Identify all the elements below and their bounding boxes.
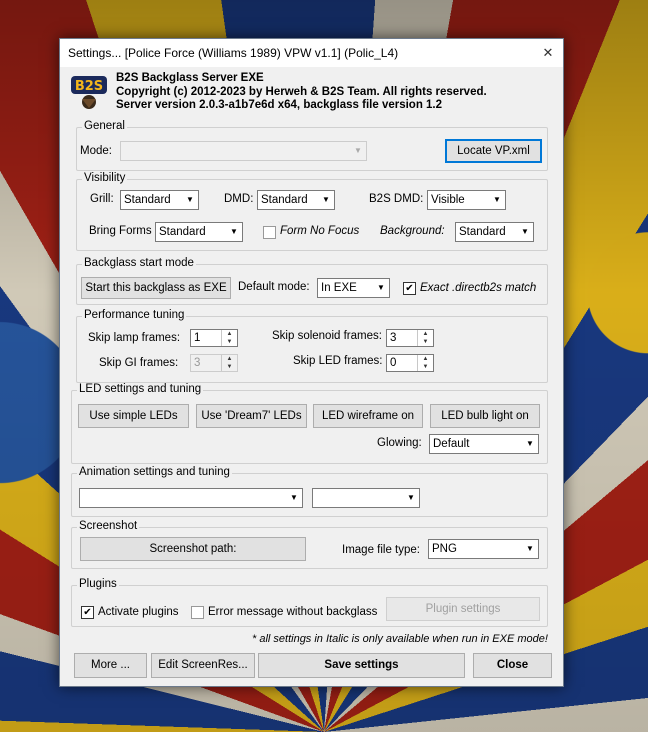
plugins-group-title: Plugins: [77, 578, 119, 590]
glowing-label: Glowing:: [377, 437, 422, 449]
spin-down-icon[interactable]: ▼: [222, 338, 237, 346]
skip-led-label: Skip LED frames:: [293, 355, 383, 367]
chevron-down-icon: ▼: [526, 439, 534, 448]
app-header: B2S Backglass Server EXE Copyright (c) 2…: [116, 72, 487, 113]
visibility-group-title: Visibility: [82, 172, 128, 184]
bring-forms-select[interactable]: Standard ▼: [155, 222, 243, 242]
spin-up-icon[interactable]: ▲: [418, 355, 433, 363]
b2s-logo: B2S: [70, 72, 108, 110]
performance-group-title: Performance tuning: [82, 309, 187, 321]
chevron-down-icon: ▼: [186, 195, 194, 204]
screenshot-path-button[interactable]: Screenshot path:: [80, 537, 306, 561]
chevron-down-icon: ▼: [526, 544, 534, 553]
led-wireframe-button[interactable]: LED wireframe on: [313, 404, 423, 428]
screenshot-group: Screenshot Screenshot path: Image file t…: [71, 520, 548, 569]
grill-select[interactable]: Standard ▼: [120, 190, 199, 210]
animation-option-select[interactable]: ▼: [312, 488, 420, 508]
activate-plugins-label: Activate plugins: [98, 606, 179, 618]
skip-solenoid-spinner[interactable]: 3 ▲ ▼: [386, 329, 434, 347]
animation-select[interactable]: ▼: [79, 488, 303, 508]
visibility-group: Visibility Grill: Standard ▼ DMD: Standa…: [76, 172, 548, 251]
image-file-type-select[interactable]: PNG ▼: [428, 539, 539, 559]
led-settings-group: LED settings and tuning Use simple LEDs …: [71, 383, 548, 464]
edit-screenres-button[interactable]: Edit ScreenRes...: [151, 653, 255, 678]
backglass-startmode-group: Backglass start mode Start this backglas…: [76, 257, 548, 305]
save-settings-button[interactable]: Save settings: [258, 653, 465, 678]
skip-solenoid-label: Skip solenoid frames:: [272, 330, 382, 342]
locate-vpxml-button[interactable]: Locate VP.xml: [445, 139, 542, 163]
skip-gi-label: Skip GI frames:: [99, 357, 179, 369]
form-no-focus-checkbox[interactable]: [263, 226, 276, 239]
b2s-dmd-label: B2S DMD:: [369, 193, 424, 205]
exact-match-label: Exact .directb2s match: [420, 282, 537, 294]
mode-select[interactable]: ▼: [120, 141, 367, 161]
screenshot-group-title: Screenshot: [77, 520, 140, 532]
spin-down-icon[interactable]: ▼: [418, 338, 433, 346]
skip-gi-spinner[interactable]: 3 ▲ ▼: [190, 354, 238, 372]
chevron-down-icon: ▼: [521, 227, 529, 236]
default-mode-select[interactable]: In EXE ▼: [317, 278, 390, 298]
version-text: Server version 2.0.3-a1b7e6d x64, backgl…: [116, 99, 443, 111]
chevron-down-icon: ▼: [354, 146, 362, 155]
settings-dialog: Settings... [Police Force (Williams 1989…: [59, 38, 564, 687]
backglass-startmode-title: Backglass start mode: [82, 257, 196, 269]
chevron-down-icon: ▼: [493, 195, 501, 204]
chevron-down-icon: ▼: [407, 493, 415, 502]
app-name: B2S Backglass Server EXE: [116, 72, 264, 84]
window-title: Settings... [Police Force (Williams 1989…: [68, 46, 399, 60]
dmd-label: DMD:: [224, 193, 254, 205]
image-file-type-label: Image file type:: [342, 544, 420, 556]
default-mode-label: Default mode:: [238, 281, 310, 293]
form-no-focus-label: Form No Focus: [280, 225, 360, 237]
error-message-label: Error message without backglass: [208, 606, 378, 618]
use-dream7-leds-button[interactable]: Use 'Dream7' LEDs: [196, 404, 307, 428]
exact-match-checkbox[interactable]: ✔: [403, 282, 416, 295]
skip-led-spinner[interactable]: 0 ▲ ▼: [386, 354, 434, 372]
background-label: Background:: [380, 225, 445, 237]
more-button[interactable]: More ...: [74, 653, 147, 678]
b2s-dmd-select[interactable]: Visible ▼: [427, 190, 506, 210]
chevron-down-icon: ▼: [290, 493, 298, 502]
use-simple-leds-button[interactable]: Use simple LEDs: [78, 404, 189, 428]
italic-settings-note: * all settings in Italic is only availab…: [252, 633, 548, 645]
spin-up-icon[interactable]: ▲: [418, 330, 433, 338]
chevron-down-icon: ▼: [322, 195, 330, 204]
animation-group-title: Animation settings and tuning: [77, 466, 232, 478]
chevron-down-icon: ▼: [230, 227, 238, 236]
dmd-select[interactable]: Standard ▼: [257, 190, 335, 210]
spin-up-icon[interactable]: ▲: [222, 355, 237, 363]
activate-plugins-checkbox[interactable]: ✔: [81, 606, 94, 619]
animation-group: Animation settings and tuning ▼ ▼: [71, 466, 548, 517]
error-message-checkbox[interactable]: [191, 606, 204, 619]
skip-lamp-label: Skip lamp frames:: [88, 332, 181, 344]
close-window-icon[interactable]: ✕: [533, 39, 563, 67]
spin-down-icon[interactable]: ▼: [418, 363, 433, 371]
start-as-exe-button[interactable]: Start this backglass as EXE: [81, 277, 231, 299]
bring-forms-label: Bring Forms: [89, 225, 152, 237]
grill-label: Grill:: [90, 193, 114, 205]
plugin-settings-button[interactable]: Plugin settings: [386, 597, 540, 621]
plugins-group: Plugins ✔ Activate plugins Error message…: [71, 578, 548, 627]
title-bar: Settings... [Police Force (Williams 1989…: [60, 39, 563, 67]
performance-group: Performance tuning Skip lamp frames: 1 ▲…: [76, 309, 548, 383]
background-select[interactable]: Standard ▼: [455, 222, 534, 242]
spin-up-icon[interactable]: ▲: [222, 330, 237, 338]
chevron-down-icon: ▼: [377, 283, 385, 292]
skip-lamp-spinner[interactable]: 1 ▲ ▼: [190, 329, 238, 347]
spin-down-icon[interactable]: ▼: [222, 363, 237, 371]
copyright-text: Copyright (c) 2012-2023 by Herweh & B2S …: [116, 85, 487, 98]
logo-text: B2S: [75, 79, 103, 94]
led-bulb-light-button[interactable]: LED bulb light on: [430, 404, 540, 428]
led-settings-title: LED settings and tuning: [77, 383, 204, 395]
mode-label: Mode:: [80, 145, 112, 157]
glowing-select[interactable]: Default ▼: [429, 434, 539, 454]
close-button[interactable]: Close: [473, 653, 552, 678]
general-group: General Mode: ▼ Locate VP.xml: [76, 120, 548, 171]
general-group-title: General: [82, 120, 127, 132]
